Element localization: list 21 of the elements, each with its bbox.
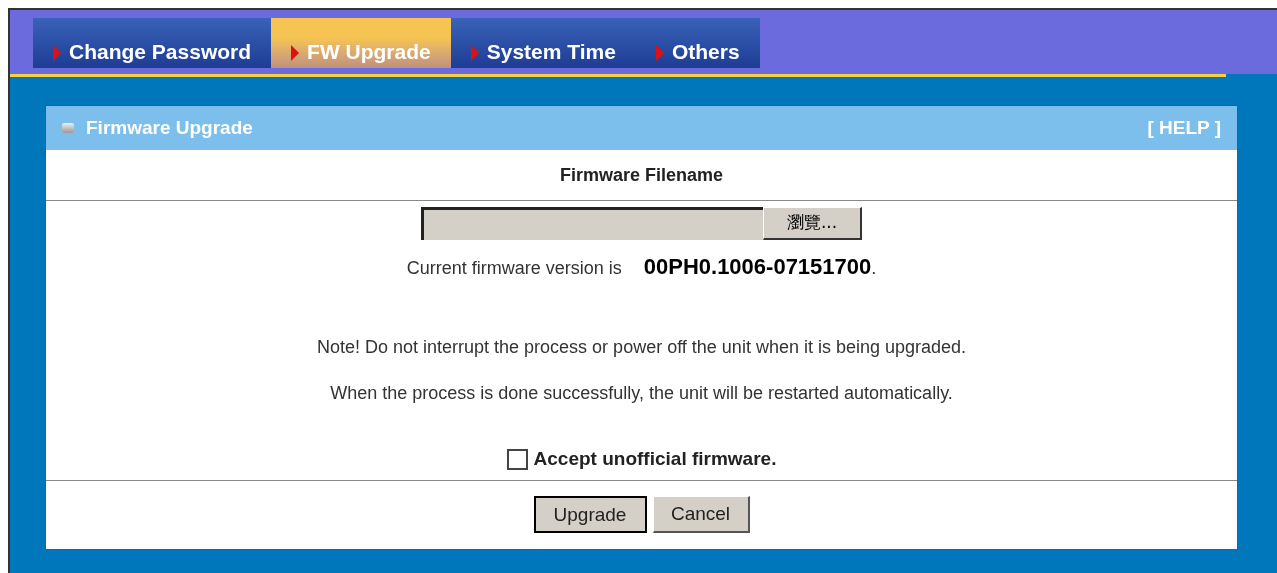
- arrow-icon: [53, 45, 61, 61]
- version-label: Current firmware version is: [406, 257, 622, 280]
- panel-title: Firmware Upgrade: [86, 115, 253, 140]
- period-text: .: [871, 257, 877, 280]
- upgrade-button[interactable]: Upgrade: [533, 496, 647, 534]
- browse-button[interactable]: 瀏覽...: [763, 207, 862, 240]
- note-text: When the process is done successfully, the unit will be restarted automatically.: [330, 382, 953, 405]
- firmware-version: 00PH0.1006-07151700: [643, 253, 872, 281]
- tab[interactable]: System Time: [450, 18, 636, 68]
- tab[interactable]: Others: [635, 18, 760, 68]
- arrow-icon: [470, 45, 479, 61]
- accept-label: Accept unofficial firmware.: [533, 447, 777, 471]
- accept-checkbox[interactable]: [506, 448, 528, 470]
- file-path-field[interactable]: [421, 207, 763, 240]
- section-heading: Firmware Filename: [559, 163, 724, 187]
- tab[interactable]: Change Password: [33, 18, 272, 68]
- panel-icon: [62, 123, 74, 133]
- note-text: Note! Do not interrupt the process or power off the unit when it is being upgraded.: [316, 336, 967, 359]
- arrow-icon: [291, 45, 300, 61]
- arrow-icon: [655, 45, 664, 61]
- cancel-button[interactable]: Cancel: [652, 496, 750, 534]
